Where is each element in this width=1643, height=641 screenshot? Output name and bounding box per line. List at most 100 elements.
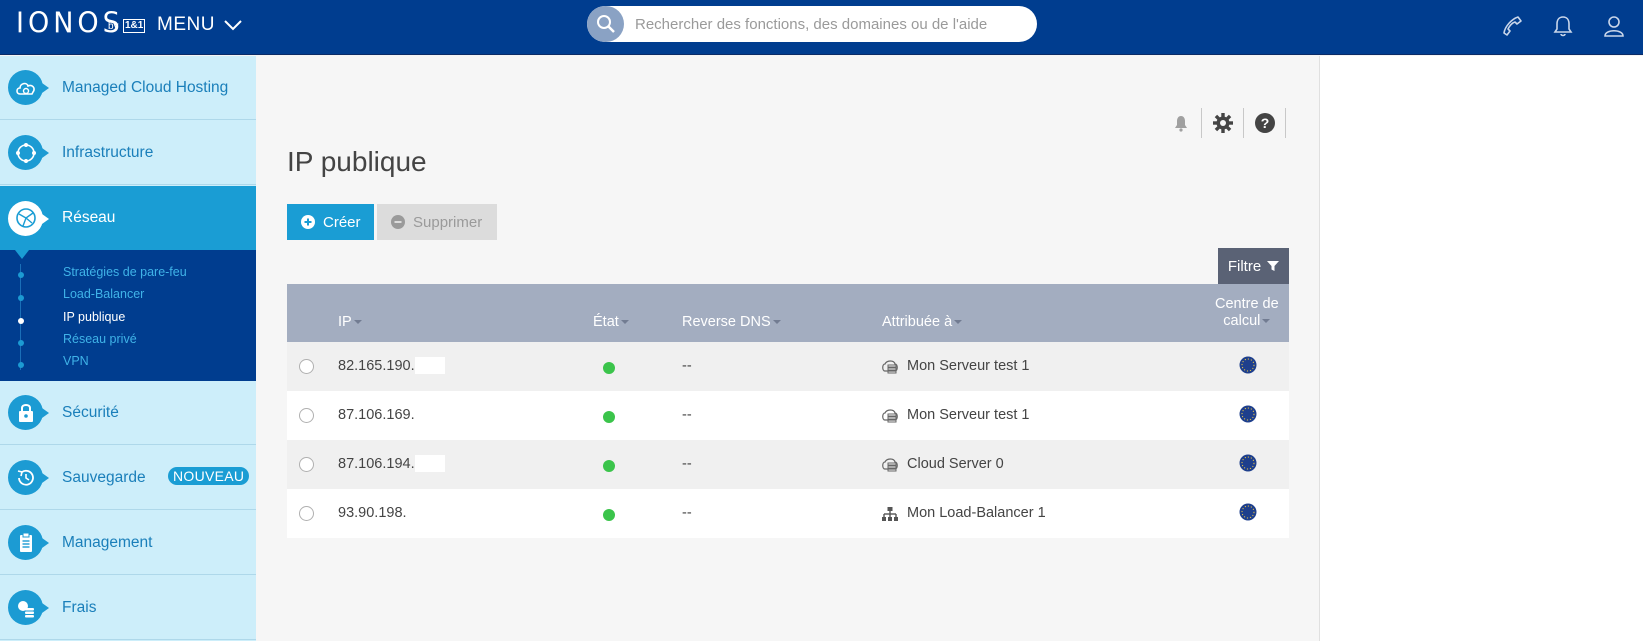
sidebar-item-label: Frais (62, 598, 97, 616)
sidebar-item-infrastructure[interactable]: Infrastructure (0, 121, 256, 185)
table-row[interactable]: 87.106.169. -- Mon Serveur test 1 (287, 391, 1289, 440)
column-header-datacenter[interactable]: Centre de calcul (1215, 296, 1279, 330)
status-active-dot (603, 362, 615, 374)
column-header-state[interactable]: État (593, 314, 629, 330)
subnav-item-firewall[interactable]: Stratégies de pare-feu (63, 265, 187, 279)
sidebar-item-label: Réseau (62, 209, 116, 226)
load-balancer-icon (882, 507, 898, 521)
lock-icon (8, 395, 49, 430)
status-active-dot (603, 460, 615, 472)
subnav-dot (18, 295, 24, 301)
logo-brand: 1&1 (123, 19, 146, 33)
assigned-cell[interactable]: Cloud Server 0 (907, 456, 1004, 472)
public-ip-table: IP État Reverse DNS Attribuée à Centre d… (287, 284, 1289, 538)
subnav-connector-line (20, 264, 21, 370)
network-globe-icon (8, 200, 49, 236)
filter-funnel-icon (1267, 261, 1280, 271)
bell-icon[interactable] (1550, 13, 1576, 39)
row-select-radio[interactable] (299, 506, 314, 521)
search-icon[interactable] (587, 6, 624, 42)
infrastructure-icon (8, 135, 49, 170)
sidebar-item-label: Managed Cloud Hosting (62, 78, 229, 96)
cloud-icon (8, 70, 49, 105)
page-toolbar: ? (1160, 108, 1286, 138)
sidebar-item-management[interactable]: Management (0, 511, 256, 575)
search-bar (587, 6, 1037, 42)
sidebar: Managed Cloud Hosting Infrastructure Rés… (0, 56, 256, 641)
europe-flag-icon (1239, 405, 1257, 423)
sidebar-item-managed-cloud-hosting[interactable]: Managed Cloud Hosting (0, 56, 256, 120)
status-active-dot (603, 411, 615, 423)
subnav-item-vpn[interactable]: VPN (63, 354, 89, 368)
sidebar-item-label: Management (62, 533, 153, 551)
reverse-dns-cell: -- (682, 505, 692, 521)
row-select-radio[interactable] (299, 359, 314, 374)
status-active-dot (603, 509, 615, 521)
top-bar: IONOS by 1&1 MENU (0, 0, 1643, 55)
logo-by-text: by (108, 21, 119, 32)
backup-clock-icon (8, 460, 49, 495)
row-select-radio[interactable] (299, 408, 314, 423)
subnav-item-load-balancer[interactable]: Load-Balancer (63, 287, 144, 301)
subnav-item-ip-publique[interactable]: IP publique (63, 310, 125, 324)
sidebar-item-sauvegarde[interactable]: Sauvegarde NOUVEAU (0, 446, 256, 510)
help-icon[interactable]: ? (1244, 108, 1286, 138)
subnav-dot (18, 272, 24, 278)
coins-icon (8, 590, 49, 625)
sidebar-item-reseau[interactable]: Réseau (0, 186, 256, 250)
delete-button-label: Supprimer (413, 213, 483, 231)
menu-button[interactable]: MENU (157, 14, 243, 36)
column-header-assigned[interactable]: Attribuée à (882, 314, 963, 330)
ip-cell: 93.90.198. (338, 505, 407, 521)
reverse-dns-cell: -- (682, 407, 692, 423)
column-header-reverse-dns[interactable]: Reverse DNS (682, 314, 781, 330)
chevron-down-icon (224, 20, 242, 31)
server-icon (882, 360, 898, 374)
column-header-ip[interactable]: IP (338, 314, 362, 330)
new-badge: NOUVEAU (168, 467, 250, 485)
ip-cell: 87.106.194. (338, 454, 445, 472)
user-icon[interactable] (1601, 13, 1627, 39)
delete-button[interactable]: Supprimer (377, 204, 497, 240)
europe-flag-icon (1239, 503, 1257, 521)
filter-button-label: Filtre (1227, 257, 1262, 275)
table-row[interactable]: 93.90.198. -- Mon Load-Balancer 1 (287, 489, 1289, 538)
sidebar-item-securite[interactable]: Sécurité (0, 381, 256, 445)
sidebar-item-label: Infrastructure (62, 143, 154, 161)
row-select-radio[interactable] (299, 457, 314, 472)
table-row[interactable]: 87.106.194. -- Cloud Server 0 (287, 440, 1289, 489)
sidebar-item-label: Sauvegarde (62, 468, 146, 486)
server-icon (882, 409, 898, 423)
reverse-dns-cell: -- (682, 358, 692, 374)
assigned-cell[interactable]: Mon Serveur test 1 (907, 358, 1030, 374)
redaction-mask (414, 356, 445, 374)
search-input[interactable] (635, 14, 1025, 34)
clipboard-icon (8, 525, 49, 560)
notification-bell-icon[interactable] (1160, 108, 1202, 138)
sidebar-item-frais[interactable]: Frais (0, 576, 256, 640)
redaction-mask (414, 454, 445, 472)
minus-circle-icon (391, 215, 405, 229)
menu-label: MENU (157, 14, 215, 35)
reverse-dns-cell: -- (682, 456, 692, 472)
europe-flag-icon (1239, 454, 1257, 472)
assigned-cell[interactable]: Mon Load-Balancer 1 (907, 505, 1046, 521)
phone-icon[interactable] (1499, 13, 1525, 39)
subnav-dot (18, 340, 24, 346)
subnav-dot (18, 362, 24, 368)
svg-text:?: ? (1260, 115, 1269, 131)
subnav-item-reseau-prive[interactable]: Réseau privé (63, 332, 137, 346)
filter-button[interactable]: Filtre (1218, 248, 1289, 284)
table-row[interactable]: 82.165.190. -- Mon Serveur test 1 (287, 342, 1289, 391)
assigned-cell[interactable]: Mon Serveur test 1 (907, 407, 1030, 423)
server-icon (882, 458, 898, 472)
right-panel (1319, 56, 1643, 641)
page-title: IP publique (287, 146, 427, 177)
europe-flag-icon (1239, 356, 1257, 374)
create-button-label: Créer (323, 213, 361, 231)
sidebar-item-label: Sécurité (62, 403, 119, 421)
create-button[interactable]: Créer (287, 204, 374, 240)
ip-cell: 87.106.169. (338, 407, 415, 423)
settings-gear-icon[interactable] (1202, 108, 1244, 138)
plus-circle-icon (301, 215, 315, 229)
